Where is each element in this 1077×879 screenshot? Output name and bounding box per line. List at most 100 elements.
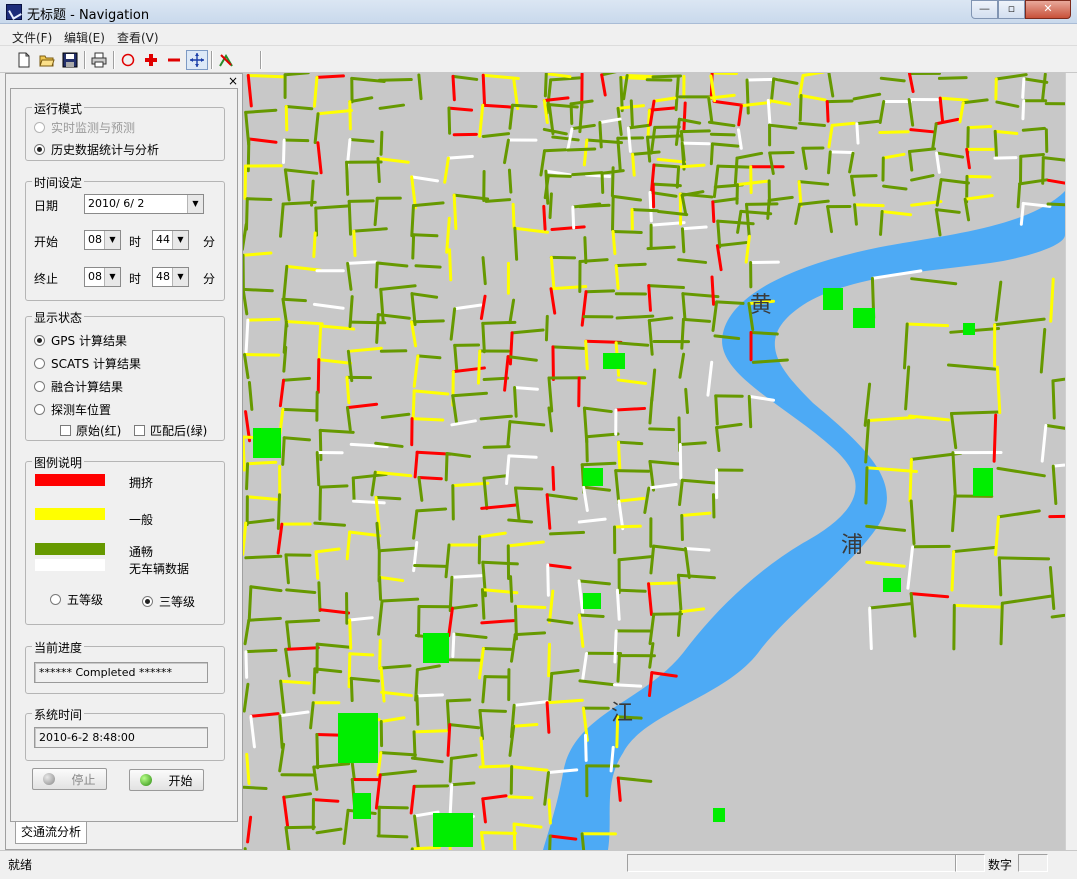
road-segment	[709, 142, 714, 166]
chevron-down-icon[interactable]: ▼	[172, 268, 188, 286]
circle-select-icon[interactable]	[117, 50, 139, 70]
road-segment	[513, 631, 547, 637]
chevron-down-icon[interactable]: ▼	[187, 195, 203, 213]
road-segment	[794, 202, 802, 226]
start-minute-select[interactable]: 44 ▼	[152, 230, 189, 250]
road-segment	[377, 546, 416, 553]
road-segment	[715, 422, 743, 430]
road-segment	[853, 203, 858, 226]
road-segment	[376, 751, 383, 777]
road-segment	[417, 476, 443, 481]
road-segment	[908, 414, 950, 422]
road-segment	[285, 588, 317, 594]
road-segment	[616, 440, 644, 446]
start-button[interactable]: 开始	[129, 769, 204, 791]
radio-scats[interactable]: SCATS 计算结果	[34, 355, 141, 372]
chevron-down-icon[interactable]: ▼	[172, 231, 188, 249]
menu-view[interactable]: 查看(V)	[117, 29, 159, 46]
road-segment	[284, 104, 314, 111]
checkbox-raw[interactable]: 原始(红)	[60, 422, 121, 439]
road-segment	[615, 314, 655, 320]
new-file-icon[interactable]	[13, 50, 35, 70]
route-icon[interactable]	[215, 50, 237, 70]
start-hour-select[interactable]: 08 ▼	[84, 230, 121, 250]
road-network-map[interactable]	[243, 73, 1065, 850]
road-segment	[582, 485, 612, 492]
road-segment	[316, 358, 321, 394]
tab-traffic-analysis[interactable]: 交通流分析	[15, 822, 87, 844]
end-hour-select[interactable]: 08 ▼	[84, 267, 121, 287]
road-segment	[882, 184, 908, 191]
road-segment	[585, 138, 624, 145]
road-segment	[609, 745, 615, 773]
save-icon[interactable]	[59, 50, 81, 70]
park-area	[423, 633, 449, 663]
road-segment	[508, 103, 515, 130]
road-segment	[451, 74, 456, 102]
road-segment	[648, 396, 654, 425]
minimize-button[interactable]: —	[971, 0, 998, 19]
checkbox-matched[interactable]: 匹配后(绿)	[134, 422, 207, 439]
zoom-out-icon[interactable]	[163, 50, 185, 70]
road-segment	[314, 204, 350, 210]
road-segment	[243, 287, 274, 293]
road-segment	[282, 376, 311, 382]
road-segment	[414, 264, 442, 269]
date-label: 日期	[34, 199, 59, 213]
menu-file[interactable]: 文件(F)	[12, 29, 52, 46]
open-folder-icon[interactable]	[36, 50, 58, 70]
close-button[interactable]: ✕	[1025, 0, 1071, 19]
road-segment	[351, 476, 356, 503]
road-segment	[995, 100, 1020, 108]
end-minute-select[interactable]: 48 ▼	[152, 267, 189, 287]
date-picker[interactable]: 2010/ 6/ 2 ▼	[84, 194, 204, 214]
road-segment	[683, 547, 711, 552]
stop-button[interactable]: 停止	[32, 768, 107, 790]
road-segment	[318, 428, 355, 434]
pan-icon[interactable]	[186, 50, 208, 70]
road-segment	[614, 469, 621, 505]
road-segment	[855, 119, 881, 126]
road-segment	[549, 76, 582, 82]
maximize-button[interactable]: ▫	[998, 0, 1025, 19]
road-segment	[443, 156, 450, 184]
park-area	[338, 713, 378, 763]
chevron-down-icon[interactable]: ▼	[104, 231, 120, 249]
road-segment	[739, 209, 773, 216]
road-segment	[617, 496, 646, 503]
radio-fusion[interactable]: 融合计算结果	[34, 378, 123, 395]
radio-level-three[interactable]: 三等级	[142, 593, 195, 610]
road-segment	[801, 146, 808, 170]
road-segment	[909, 592, 917, 638]
road-segment	[580, 290, 588, 327]
road-segment	[315, 74, 345, 79]
radio-gps[interactable]: GPS 计算结果	[34, 332, 127, 349]
menu-edit[interactable]: 编辑(E)	[64, 29, 105, 46]
road-segment	[282, 436, 311, 442]
zoom-in-icon[interactable]	[140, 50, 162, 70]
road-segment	[768, 123, 798, 130]
road-segment	[680, 513, 684, 542]
radio-history[interactable]: 历史数据统计与分析	[34, 141, 159, 158]
chevron-down-icon[interactable]: ▼	[104, 268, 120, 286]
park-area	[583, 593, 601, 609]
road-segment	[934, 117, 960, 126]
road-segment	[447, 606, 454, 638]
road-segment	[1040, 423, 1048, 463]
road-segment	[512, 822, 543, 829]
print-icon[interactable]	[88, 50, 110, 70]
panel-close-icon[interactable]: ×	[228, 74, 238, 88]
radio-probe-vehicle[interactable]: 探测车位置	[34, 401, 111, 418]
radio-realtime[interactable]: 实时监测与预测	[34, 119, 135, 136]
road-segment	[629, 99, 634, 127]
radio-level-five[interactable]: 五等级	[50, 591, 103, 608]
road-segment	[827, 73, 835, 98]
map-view[interactable]: 黄 浦 江	[243, 73, 1065, 850]
road-segment	[585, 435, 589, 463]
road-segment	[652, 163, 681, 169]
map-scrollbar[interactable]	[1065, 73, 1077, 850]
road-segment	[715, 244, 723, 272]
road-segment	[412, 389, 450, 396]
road-segment	[935, 151, 965, 159]
road-segment	[830, 121, 856, 127]
